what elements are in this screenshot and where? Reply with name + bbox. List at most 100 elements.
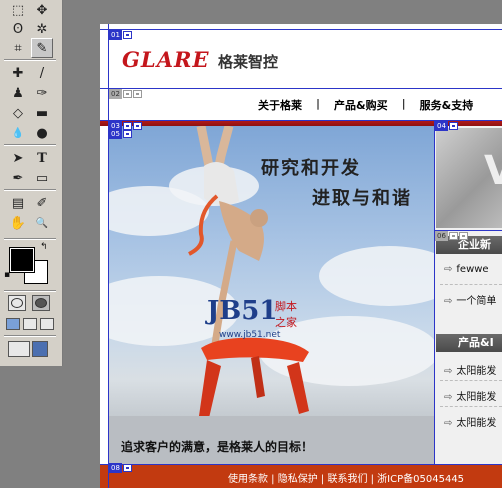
slice-image-icon: [122, 130, 132, 138]
hero-headline-2: 进取与和谐: [312, 188, 412, 209]
notes-tool-icon[interactable]: ▤: [7, 193, 29, 213]
path-selection-tool-icon[interactable]: ➤: [7, 148, 29, 168]
slice-guide: [100, 29, 502, 30]
list-divider: [440, 406, 502, 407]
toolbox-divider: [4, 59, 56, 61]
list-divider: [440, 380, 502, 381]
list-divider: [440, 284, 502, 285]
arrow-icon: ⇨: [444, 392, 453, 403]
jump-to-imageready-icon[interactable]: [8, 341, 30, 357]
slice-badge-04[interactable]: 04: [435, 121, 458, 131]
full-screen-menu-mode-icon[interactable]: [23, 318, 37, 330]
quick-mask-button[interactable]: [32, 295, 50, 311]
toolbox-divider: [4, 290, 56, 292]
history-brush-tool-icon[interactable]: ✑: [31, 83, 53, 103]
slice-badge-01[interactable]: 01: [109, 30, 132, 40]
products-heading: 产品&Ⅰ: [436, 334, 502, 352]
standard-mode-button[interactable]: [8, 295, 26, 311]
slice-guide: [100, 464, 502, 465]
product-item[interactable]: ⇨ 太阳能发: [444, 362, 496, 377]
page-footer: 使用条款 | 隐私保护 | 联系我们 | 浙ICP备05045445: [100, 464, 502, 488]
main-nav: 关于格莱 | 产品&购买 | 服务&支持: [250, 97, 481, 113]
hero-headline-1: 研究和开发: [261, 158, 361, 179]
toolbox-divider: [4, 189, 56, 191]
toolbox-divider: [4, 144, 56, 146]
sidebar-image: V: [436, 128, 502, 228]
slice-link-icon: [458, 232, 468, 240]
shape-tool-icon[interactable]: ▭: [31, 168, 53, 188]
type-tool-icon[interactable]: T: [31, 148, 53, 168]
eraser-tool-icon[interactable]: ◇: [7, 103, 29, 123]
toolbox-divider: [4, 335, 56, 337]
move-tool-icon[interactable]: ✥: [31, 0, 53, 20]
eyedropper-tool-icon[interactable]: ✐: [31, 193, 53, 213]
footer-links[interactable]: 使用条款 | 隐私保护 | 联系我们 | 浙ICP备05045445: [228, 470, 464, 485]
brand-logo: GLARE: [122, 47, 210, 72]
marquee-tool-icon[interactable]: ⬚: [7, 0, 29, 20]
slice-link-icon: [132, 90, 142, 98]
document-canvas[interactable]: GLARE 格莱智控 关于格莱 | 产品&购买 | 服务&支持 研究和开发 进取…: [100, 24, 502, 488]
edit-in-imageready-icon[interactable]: [32, 341, 48, 357]
slice-badge-02[interactable]: 02: [109, 89, 142, 99]
magic-wand-tool-icon[interactable]: ✲: [31, 19, 53, 39]
site-watermark: JB51 脚本 之家 www.jb51.net: [207, 296, 317, 346]
arrow-icon: ⇨: [444, 418, 453, 429]
news-item[interactable]: ⇨ fewwe: [444, 264, 489, 275]
slice-number: 08: [109, 463, 122, 473]
watermark-text-b: 之家: [275, 316, 297, 329]
slice-number: 06: [435, 231, 448, 241]
nav-item-about[interactable]: 关于格莱: [250, 97, 310, 113]
nav-divider: |: [316, 97, 321, 110]
slice-image-icon: [122, 90, 132, 98]
foreground-color-swatch[interactable]: [9, 247, 35, 273]
healing-brush-tool-icon[interactable]: ✚: [7, 63, 29, 83]
nav-divider: |: [401, 97, 406, 110]
slice-guide: [434, 120, 435, 464]
slice-badge-08[interactable]: 08: [109, 463, 132, 473]
slice-number: 04: [435, 121, 448, 131]
watermark-url: www.jb51.net: [219, 330, 281, 340]
crop-tool-icon[interactable]: ⌗: [7, 38, 29, 58]
lasso-tool-icon[interactable]: ʘ: [7, 19, 29, 39]
nav-item-products[interactable]: 产品&购买: [326, 97, 396, 113]
slice-link-icon: [132, 122, 142, 130]
slice-guide: [100, 88, 502, 89]
hand-tool-icon[interactable]: ✋: [7, 213, 29, 233]
sidebar-image-letter: V: [484, 148, 502, 194]
hero-caption: 追求客户的满意，是格莱人的目标！: [121, 440, 314, 454]
slice-number: 01: [109, 30, 122, 40]
watermark-text-a: 脚本: [275, 300, 297, 313]
arrow-icon: ⇨: [444, 296, 453, 307]
slice-image-icon: [448, 122, 458, 130]
gradient-tool-icon[interactable]: ▬: [31, 103, 53, 123]
slice-badge-06[interactable]: 06: [435, 231, 468, 241]
slice-tool-icon[interactable]: ✎: [31, 38, 53, 58]
slice-number: 02: [109, 89, 122, 99]
slice-image-icon: [122, 464, 132, 472]
clone-stamp-tool-icon[interactable]: ♟: [7, 83, 29, 103]
swap-colors-icon[interactable]: ↰: [40, 242, 48, 252]
zoom-tool-icon[interactable]: 🔍: [31, 213, 53, 233]
slice-badge-05[interactable]: 05: [109, 129, 132, 139]
full-screen-mode-icon[interactable]: [40, 318, 54, 330]
brush-tool-icon[interactable]: /: [31, 63, 53, 83]
toolbox-divider: [4, 238, 56, 240]
dodge-tool-icon[interactable]: ●: [31, 123, 53, 143]
news-item[interactable]: ⇨ 一个简单: [444, 292, 496, 307]
arrow-icon: ⇨: [444, 264, 453, 275]
hero-banner: 研究和开发 进取与和谐 追求客户的满意，是格莱人的目标！ JB51 脚本 之家 …: [109, 126, 434, 464]
product-item[interactable]: ⇨ 太阳能发: [444, 414, 496, 429]
product-item[interactable]: ⇨ 太阳能发: [444, 388, 496, 403]
arrow-icon: ⇨: [444, 366, 453, 377]
slice-number: 05: [109, 129, 122, 139]
tools-palette: ⬚ ✥ ʘ ✲ ⌗ ✎ ✚ / ♟ ✑ ◇ ▬ 💧 ● ➤ T ✒ ▭ ▤ ✐ …: [0, 0, 63, 366]
brand-name-cn: 格莱智控: [218, 53, 279, 71]
slice-image-icon: [122, 31, 132, 39]
slice-image-icon: [448, 232, 458, 240]
nav-item-service[interactable]: 服务&支持: [412, 97, 482, 113]
pen-tool-icon[interactable]: ✒: [7, 168, 29, 188]
standard-screen-mode-icon[interactable]: [6, 318, 20, 330]
right-sidebar: V 企业新 ⇨ fewwe ⇨ 一个简单 产品&Ⅰ ⇨ 太阳能发 ⇨ 太阳能发 ⇨ 太阳能…: [434, 126, 502, 464]
blur-tool-icon[interactable]: 💧: [7, 123, 29, 143]
watermark-logo: JB51: [207, 296, 278, 326]
